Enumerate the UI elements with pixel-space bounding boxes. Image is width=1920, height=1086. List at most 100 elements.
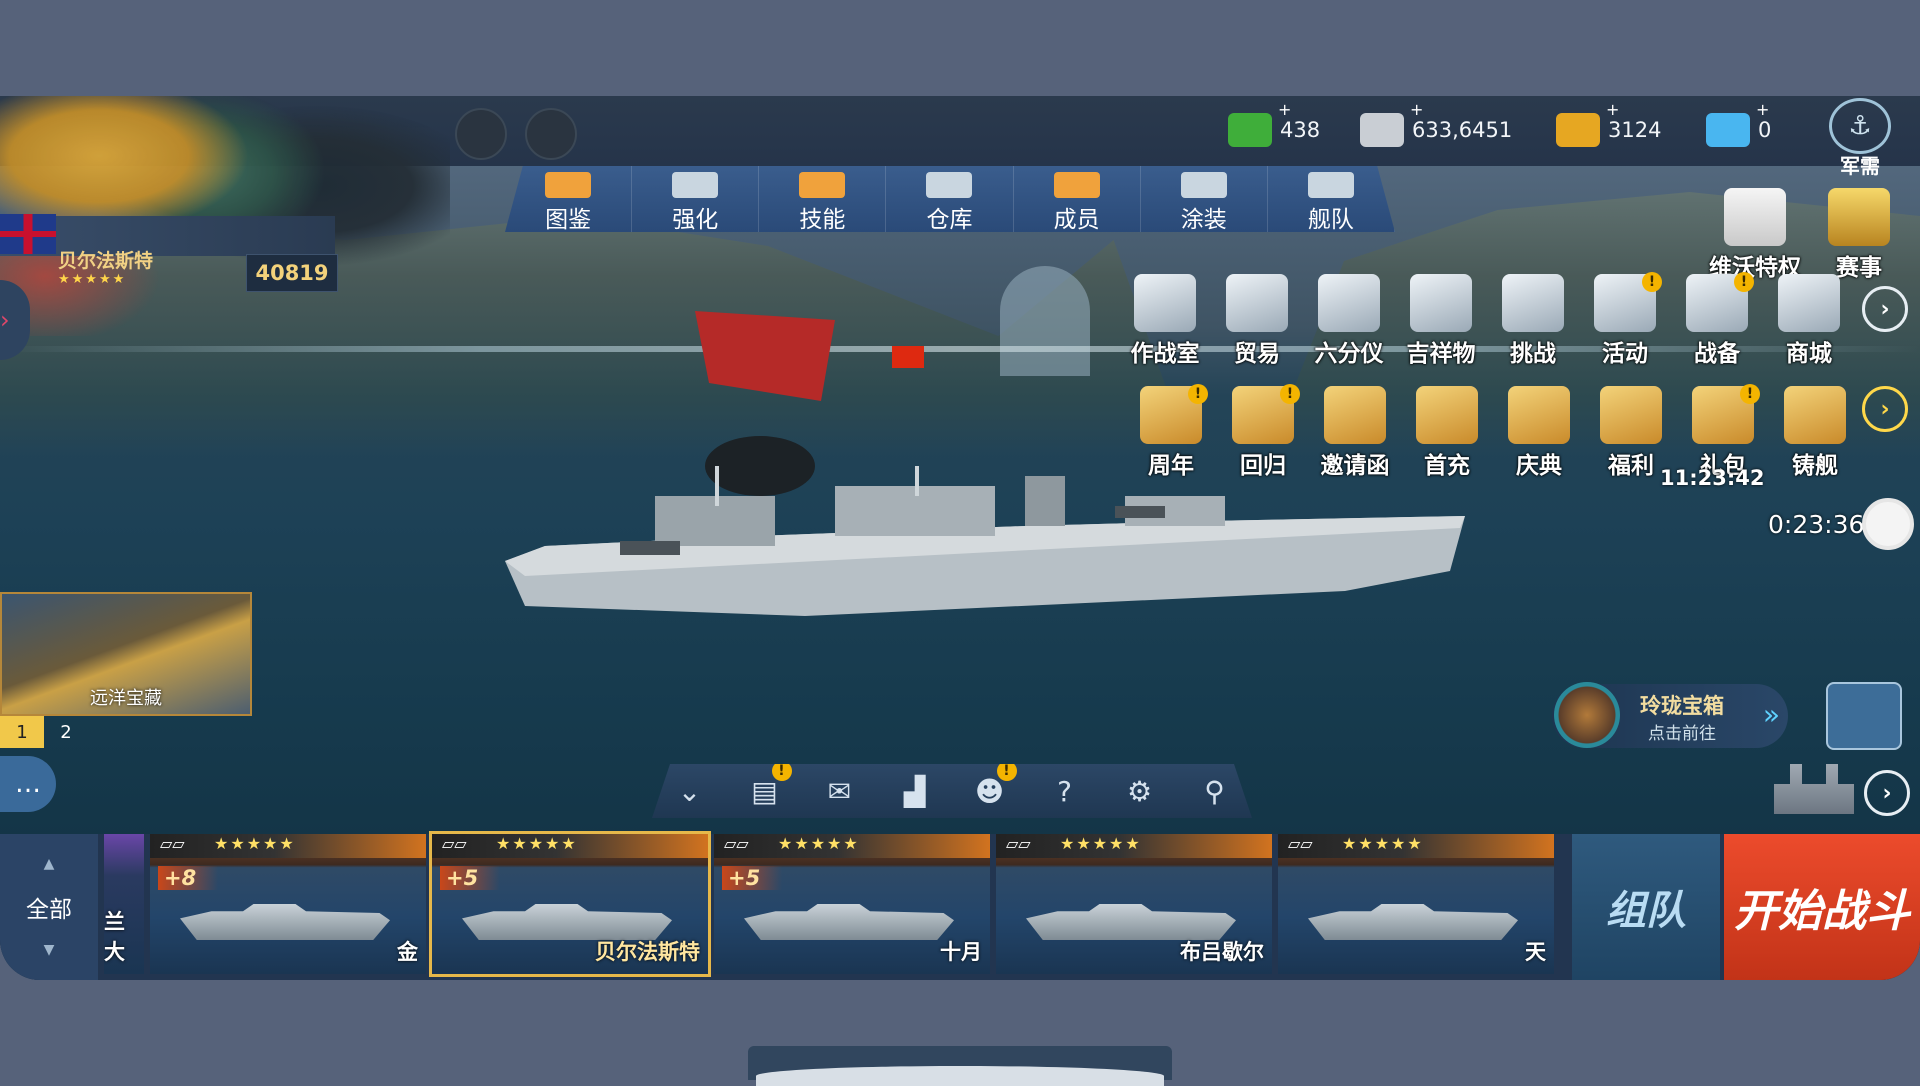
rank-icon: ▱▱ bbox=[160, 834, 185, 853]
row2-next-arrow-icon[interactable]: › bbox=[1862, 386, 1908, 432]
menu-label: 商城 bbox=[1786, 341, 1832, 367]
main-tab-menu: 图鉴 强化 技能 仓库 成员 涂装 舰队 bbox=[505, 166, 1395, 232]
menu-label: 挑战 bbox=[1510, 341, 1556, 367]
fleet-filter[interactable]: ▲ 全部 ▼ bbox=[0, 834, 98, 980]
menu-celebration[interactable]: 庆典 bbox=[1496, 386, 1582, 480]
silver-coins-icon bbox=[1360, 113, 1404, 147]
plus-icon[interactable]: + bbox=[1756, 100, 1769, 119]
ship-flag bbox=[892, 346, 924, 368]
ship-upgrade-level: +5 bbox=[722, 866, 783, 890]
menu-sextant[interactable]: 六分仪 bbox=[1306, 274, 1392, 368]
ship-card[interactable]: ▱▱ ★★★★★ 布吕歇尔 bbox=[996, 834, 1272, 974]
harbor-dock-icon[interactable] bbox=[1774, 764, 1854, 814]
tab-label: 舰队 bbox=[1307, 207, 1354, 233]
top-right-phone-privilege[interactable]: 维沃特权 bbox=[1700, 188, 1810, 282]
ship-card[interactable]: ▱▱ ★★★★★ +5 贝尔法斯特 bbox=[429, 831, 711, 977]
plus-icon[interactable]: + bbox=[1410, 100, 1423, 119]
ship-card-list: 兰大 ▱▱ ★★★★★ +8 金 ▱▱ ★★★★★ +5 贝尔法斯特 ▱▱ ★★★★★ +5 十月 ▱▱ ★… bbox=[104, 831, 1554, 980]
menu-book-supply[interactable]: 战备! bbox=[1674, 272, 1760, 368]
tab-label: 仓库 bbox=[926, 207, 973, 233]
menu-megaphone[interactable]: 活动! bbox=[1582, 272, 1668, 368]
ship-thumbnail bbox=[180, 904, 390, 940]
resource-cash[interactable]: +438 bbox=[1228, 100, 1320, 150]
menu-war-room[interactable]: 作战室 bbox=[1122, 274, 1208, 368]
alert-badge: ! bbox=[771, 764, 792, 781]
stopwatch-icon[interactable] bbox=[1862, 498, 1914, 550]
menu-cart[interactable]: 商城 bbox=[1766, 274, 1852, 368]
plus-icon[interactable]: + bbox=[1606, 100, 1619, 119]
celebration-icon bbox=[1508, 386, 1570, 444]
ship-upgrade-level: +8 bbox=[158, 866, 219, 890]
combat-power: 40819 bbox=[246, 254, 338, 292]
filter-up-icon[interactable]: ▲ bbox=[44, 856, 55, 872]
ocean-treasure-panel[interactable]: 远洋宝藏 bbox=[0, 592, 252, 716]
upgrade-icon bbox=[672, 172, 719, 198]
mail-icon[interactable]: ✉ bbox=[815, 775, 865, 808]
page-1-button[interactable]: 1 bbox=[0, 716, 44, 748]
trophy-icon bbox=[1828, 188, 1890, 246]
cash-icon bbox=[1228, 113, 1272, 147]
phone-privilege-icon bbox=[1724, 188, 1786, 246]
resource-silver-coins[interactable]: +633,6451 bbox=[1360, 100, 1512, 150]
location-pin-icon[interactable]: ⚲ bbox=[1190, 775, 1240, 808]
plus-icon[interactable]: + bbox=[1278, 100, 1291, 119]
paint-flag-icon bbox=[1180, 172, 1227, 198]
menu-scale[interactable]: 贸易 bbox=[1214, 274, 1300, 368]
page-2-button[interactable]: 2 bbox=[44, 716, 88, 748]
battleship-model[interactable] bbox=[505, 466, 1465, 636]
tab-label: 技能 bbox=[799, 207, 846, 233]
alert-badge: ! bbox=[1188, 384, 1208, 404]
ship-thumbnail bbox=[744, 904, 954, 940]
uk-flag-icon bbox=[0, 214, 56, 254]
tab-fleet-flag[interactable]: 舰队 bbox=[1268, 166, 1395, 232]
chat-bubble-icon[interactable]: … bbox=[0, 756, 56, 812]
tab-label: 涂装 bbox=[1180, 207, 1227, 233]
menu-label: 铸舰 bbox=[1792, 453, 1838, 479]
menu-mascot[interactable]: 吉祥物 bbox=[1398, 274, 1484, 368]
tab-warehouse[interactable]: 仓库 bbox=[886, 166, 1014, 233]
forge-icon bbox=[1784, 386, 1846, 444]
tab-upgrade[interactable]: 强化 bbox=[632, 166, 760, 232]
promo-go-icon: » bbox=[1762, 698, 1780, 731]
ranking-icon[interactable]: ▟ bbox=[890, 775, 940, 808]
dock-next-arrow-icon[interactable]: › bbox=[1864, 770, 1910, 816]
ship-thumbnail bbox=[1308, 904, 1518, 940]
top-right-trophy[interactable]: 赛事 bbox=[1816, 188, 1902, 282]
menu-forge[interactable]: 铸舰 bbox=[1772, 386, 1858, 480]
tab-paint-flag[interactable]: 涂装 bbox=[1141, 166, 1268, 232]
world-map-icon[interactable] bbox=[1826, 682, 1902, 750]
filter-down-icon[interactable]: ▼ bbox=[44, 942, 55, 958]
buff-slot-1[interactable] bbox=[455, 108, 507, 160]
ship-card[interactable]: ▱▱ ★★★★★ +8 金 bbox=[150, 834, 426, 974]
menu-challenge-wings[interactable]: 挑战 bbox=[1490, 274, 1576, 368]
tab-book[interactable]: 图鉴 bbox=[505, 166, 633, 232]
help-icon[interactable]: ? bbox=[1040, 775, 1090, 808]
tab-skill[interactable]: 技能 bbox=[759, 166, 887, 233]
tab-crew[interactable]: 成员 bbox=[1014, 166, 1141, 232]
buff-slot-2[interactable] bbox=[525, 108, 577, 160]
ship-card[interactable]: 兰大 bbox=[104, 834, 144, 974]
system-gesture-bar[interactable] bbox=[748, 1046, 1172, 1086]
fleet-bar: ▲ 全部 ▼ 兰大 ▱▱ ★★★★★ +8 金 ▱▱ ★★★★★ +5 贝尔法斯特 ▱▱ ★★★★★… bbox=[0, 831, 1920, 980]
ship-card[interactable]: ▱▱ ★★★★★ 天 bbox=[1278, 834, 1554, 974]
team-up-button[interactable]: 组队 bbox=[1572, 834, 1720, 980]
resource-value: 3124 bbox=[1608, 118, 1662, 142]
event-countdown: 0:23:36 bbox=[1768, 510, 1865, 539]
clipboard-icon[interactable]: ▤! bbox=[740, 764, 792, 808]
collapse-chevrons-icon[interactable]: ⌄ bbox=[665, 775, 715, 808]
settings-gear-icon[interactable]: ⚙ bbox=[1115, 775, 1165, 808]
ship-card[interactable]: ▱▱ ★★★★★ +5 十月 bbox=[714, 834, 990, 974]
ship-stars: ★★★★★ bbox=[496, 834, 578, 853]
alert-badge: ! bbox=[1740, 384, 1760, 404]
warehouse-icon bbox=[926, 172, 973, 198]
ship-name: 兰大 bbox=[104, 910, 125, 964]
treasure-pager: 1 2 bbox=[0, 716, 88, 748]
menu-label: 吉祥物 bbox=[1406, 341, 1476, 367]
resource-gold-coins[interactable]: +3124 bbox=[1556, 100, 1662, 150]
resource-diamond[interactable]: +0 bbox=[1706, 100, 1771, 150]
row1-next-arrow-icon[interactable]: › bbox=[1862, 286, 1908, 332]
friends-icon[interactable]: ☻! bbox=[965, 764, 1017, 808]
military-supply-button[interactable]: ⚓ 军需 bbox=[1824, 96, 1896, 178]
start-battle-button[interactable]: 开始战斗 bbox=[1724, 834, 1920, 980]
ling-long-chest-promo[interactable]: 玲珑宝箱 点击前往 » bbox=[1552, 682, 1788, 748]
